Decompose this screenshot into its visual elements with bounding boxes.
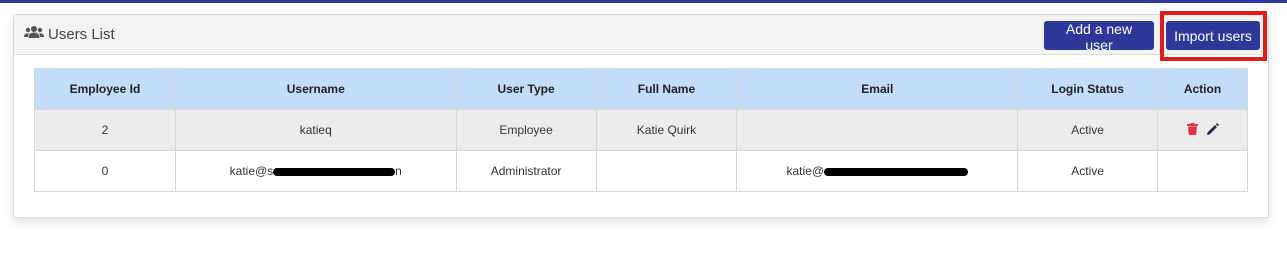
email-visible-prefix: katie@: [786, 164, 825, 178]
redaction-mark: [273, 167, 396, 176]
table-row[interactable]: 0 katie@s n Administrator katie@ Active: [34, 150, 1248, 192]
login-status-cell: Active: [1017, 150, 1159, 192]
username-cell: katieq: [174, 109, 457, 151]
trash-icon[interactable]: [1186, 122, 1198, 135]
column-header-email[interactable]: Email: [736, 68, 1019, 110]
username-visible-prefix: katie@s: [229, 164, 274, 178]
top-accent-bar: [0, 0, 1287, 3]
column-header-login-status[interactable]: Login Status: [1017, 68, 1159, 110]
redaction-mark: [824, 167, 969, 176]
username-cell: katie@s n: [174, 150, 457, 192]
column-header-username[interactable]: Username: [174, 68, 457, 110]
email-cell: katie@: [736, 150, 1019, 192]
panel-title: Users List: [24, 25, 115, 43]
table-header-row: Employee Id Username User Type Full Name…: [34, 68, 1248, 110]
add-user-button[interactable]: Add a new user: [1044, 21, 1154, 53]
full-name-cell: [595, 150, 738, 192]
column-header-action: Action: [1157, 68, 1248, 110]
page-title: Users List: [48, 25, 115, 43]
users-list-panel: Users List Add a new user Import users E…: [13, 11, 1269, 218]
users-table: Employee Id Username User Type Full Name…: [34, 68, 1248, 192]
full-name-cell: Katie Quirk: [595, 109, 738, 151]
employee-id-cell: 2: [34, 109, 176, 151]
user-type-cell: Employee: [455, 109, 597, 151]
pencil-icon[interactable]: [1206, 122, 1219, 135]
column-header-employee-id[interactable]: Employee Id: [34, 68, 176, 110]
panel-header: Users List Add a new user Import users: [14, 11, 1268, 61]
users-icon: [24, 25, 48, 43]
user-type-cell: Administrator: [455, 150, 597, 192]
column-header-user-type[interactable]: User Type: [455, 68, 597, 110]
action-cell: [1157, 109, 1248, 151]
import-users-button[interactable]: Import users: [1166, 21, 1260, 50]
employee-id-cell: 0: [34, 150, 176, 192]
column-header-full-name[interactable]: Full Name: [595, 68, 738, 110]
table-row[interactable]: 2 katieq Employee Katie Quirk Active: [34, 109, 1248, 151]
login-status-cell: Active: [1017, 109, 1159, 151]
email-cell: [736, 109, 1019, 151]
action-cell: [1157, 150, 1248, 192]
username-visible-suffix: n: [395, 164, 402, 178]
